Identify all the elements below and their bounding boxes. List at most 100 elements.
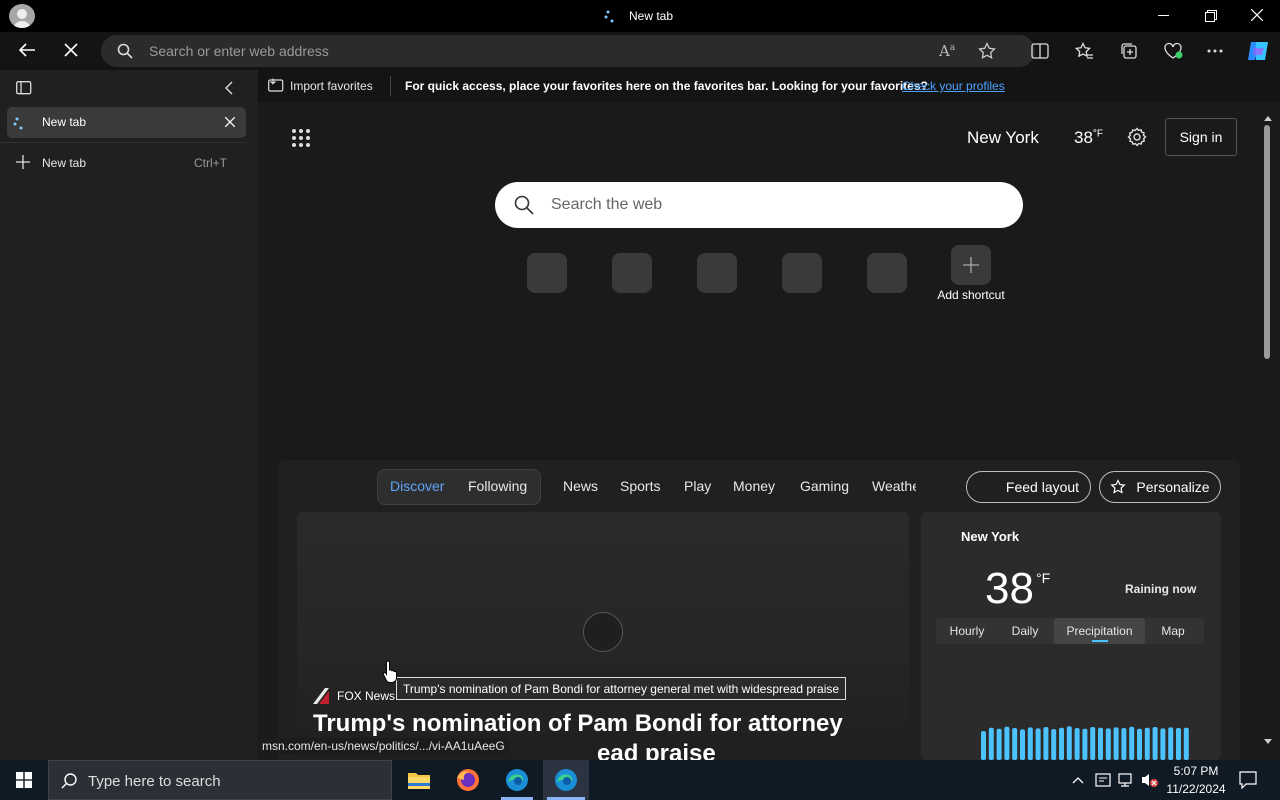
article-headline[interactable]: Trump's nomination of Pam Bondi for atto… [313, 710, 843, 738]
weather-status: Raining now [1125, 582, 1197, 596]
status-url: msn.com/en-us/news/politics/.../vi-AA1uA… [258, 738, 509, 754]
page-scrollbar[interactable] [1262, 115, 1272, 755]
weather-tab-hourly[interactable]: Hourly [936, 619, 998, 643]
hero-article-card[interactable]: FOX News Trump's nomination of Pam Bondi… [297, 512, 909, 760]
copilot-icon[interactable] [1245, 38, 1271, 64]
loading-icon [604, 9, 620, 23]
personalize-label: Personalize [1136, 479, 1210, 495]
edge-icon [553, 767, 579, 793]
new-tab-button[interactable]: New tab Ctrl+T [7, 150, 246, 176]
shortcut-tile[interactable] [697, 253, 737, 293]
address-bar[interactable]: Search or enter web address Aa [101, 35, 1035, 67]
edge-taskbar-button-active[interactable] [543, 760, 589, 800]
precip-bar [981, 731, 986, 760]
tab-gaming[interactable]: Gaming [800, 478, 849, 494]
tab-sports[interactable]: Sports [620, 478, 660, 494]
add-shortcut-button[interactable] [951, 245, 991, 285]
network-icon[interactable] [1118, 772, 1134, 788]
shortcut-tile[interactable] [782, 253, 822, 293]
shortcut-tile[interactable] [527, 253, 567, 293]
clock-time[interactable]: 5:07 PM [1166, 764, 1226, 778]
firefox-icon[interactable] [455, 767, 481, 793]
settings-gear-icon[interactable] [1127, 127, 1147, 147]
article-source: FOX News [337, 689, 396, 703]
split-screen-icon[interactable] [1031, 42, 1049, 60]
weather-unit: °F [1036, 570, 1051, 586]
precip-bar [1183, 727, 1189, 760]
tab-actions-icon[interactable] [16, 81, 32, 95]
back-arrow-icon[interactable] [18, 42, 36, 58]
header-city[interactable]: New York [967, 128, 1039, 148]
weather-city: New York [961, 529, 1020, 544]
header-temp[interactable]: 38°F [1074, 128, 1103, 148]
taskbar-search-box[interactable]: Type here to search [48, 760, 392, 800]
tab-weather[interactable]: Weathe [872, 478, 916, 494]
profile-avatar[interactable] [9, 4, 35, 28]
close-tab-icon[interactable] [225, 117, 235, 127]
sign-in-button[interactable]: Sign in [1165, 118, 1237, 156]
scrollbar-thumb[interactable] [1264, 125, 1270, 359]
plus-icon [16, 155, 30, 169]
sidebar-tab-active[interactable]: New tab [7, 107, 246, 138]
edge-taskbar-button[interactable] [495, 760, 539, 800]
stop-loading-icon[interactable] [64, 43, 78, 57]
collapse-chevron-icon[interactable] [224, 81, 234, 95]
show-hidden-icons-chevron-icon[interactable] [1072, 776, 1084, 784]
read-aloud-icon[interactable]: Aa [939, 42, 955, 60]
personalize-button[interactable]: Personalize [1099, 471, 1221, 503]
volume-muted-icon[interactable] [1141, 772, 1159, 788]
precip-bar [1129, 726, 1135, 760]
app-launcher-icon[interactable] [291, 128, 311, 148]
check-profiles-link[interactable]: Check your profiles [902, 79, 1005, 93]
loading-spinner [583, 612, 623, 652]
weather-tab-map[interactable]: Map [1147, 619, 1199, 643]
tab-play[interactable]: Play [684, 478, 711, 494]
divider [0, 142, 246, 143]
more-options-icon[interactable] [1207, 49, 1223, 53]
mouse-cursor-icon [383, 660, 397, 684]
shortcut-tile[interactable] [612, 253, 652, 293]
tab-discover[interactable]: Discover [390, 478, 444, 494]
browser-essentials-icon[interactable] [1164, 42, 1184, 60]
close-window-icon[interactable] [1251, 9, 1263, 21]
precip-bar [1152, 727, 1158, 760]
weather-card[interactable]: New York 38 °F Raining now Hourly Daily … [921, 512, 1221, 760]
title-bar: New tab [0, 0, 1280, 32]
precip-bar [1020, 729, 1025, 760]
article-tooltip: Trump's nomination of Pam Bondi for atto… [396, 677, 847, 700]
scroll-down-icon[interactable] [1264, 739, 1272, 745]
clock-date[interactable]: 11/22/2024 [1163, 782, 1229, 796]
tab-money[interactable]: Money [733, 478, 775, 494]
minimize-icon[interactable] [1158, 15, 1169, 16]
plus-icon [963, 257, 979, 273]
precip-bar [1027, 727, 1033, 760]
precip-bar [1051, 729, 1057, 760]
windows-start-icon[interactable] [16, 772, 32, 788]
import-favorites-button[interactable]: Import favorites [290, 79, 373, 93]
scroll-up-icon[interactable] [1264, 115, 1272, 121]
tab-following[interactable]: Following [468, 478, 527, 494]
tray-app-icon[interactable] [1095, 772, 1111, 788]
precip-bar [996, 728, 1002, 760]
precip-bar [988, 727, 994, 760]
file-explorer-icon[interactable] [407, 769, 431, 791]
collections-icon[interactable] [1120, 42, 1138, 60]
feed-layout-button[interactable]: Feed layout [966, 471, 1091, 503]
precip-bar [1098, 727, 1103, 760]
tab-news[interactable]: News [563, 478, 598, 494]
weather-tab-daily[interactable]: Daily [999, 619, 1051, 643]
fox-news-logo-icon [313, 688, 331, 704]
restore-icon[interactable] [1205, 10, 1217, 22]
precip-bar [1012, 728, 1018, 760]
notifications-icon[interactable] [1239, 771, 1257, 789]
loading-icon [13, 116, 29, 130]
favorites-icon[interactable] [1075, 42, 1093, 60]
web-search-box[interactable]: Search the web [495, 182, 1023, 228]
favorites-bar: Import favorites For quick access, place… [258, 70, 1280, 102]
import-favorites-icon [268, 78, 284, 92]
favorite-star-icon[interactable] [978, 42, 996, 60]
search-icon [514, 195, 534, 215]
feed-layout-label: Feed layout [1005, 479, 1080, 495]
shortcut-tile[interactable] [867, 253, 907, 293]
article-headline-line2[interactable]: ead praise [597, 740, 716, 760]
